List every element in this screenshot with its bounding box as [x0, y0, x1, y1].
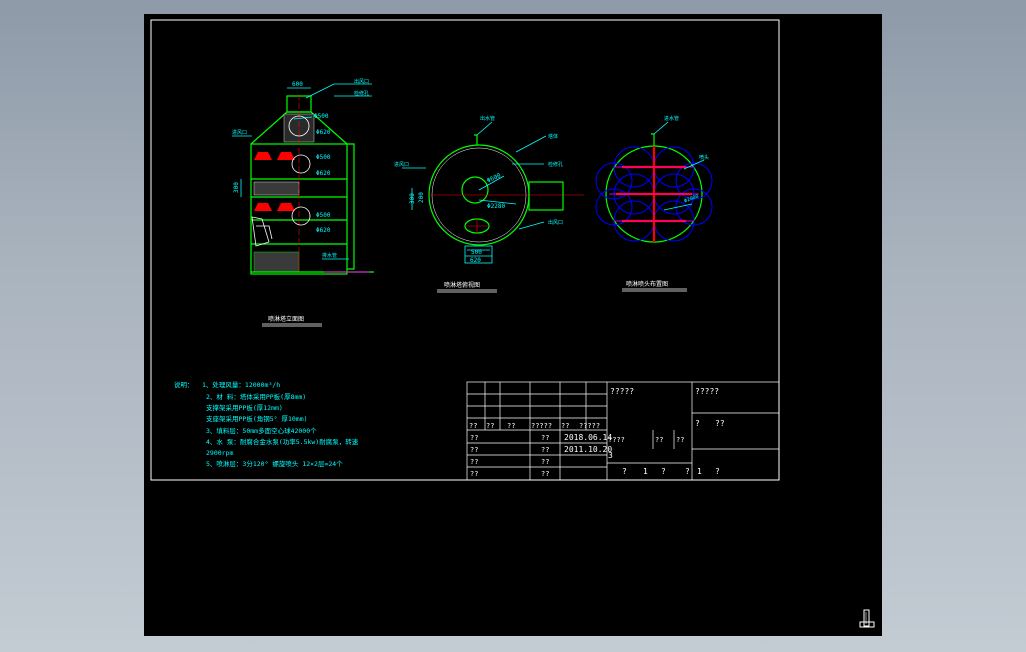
dim-d1: Φ500 [314, 113, 329, 120]
tb-row4-role: ?? [470, 470, 478, 478]
plan-callout-1: 出水管 [480, 115, 495, 122]
tb-sheet-5: 1 [697, 467, 702, 476]
technical-notes: 说明： 1、处理风量：12000m³/h 2、材 料：塔体采用PP板(厚8mm)… [174, 380, 359, 468]
tb-row1-m2: ?? [676, 436, 684, 444]
spray-callout-1: 进水管 [664, 115, 679, 122]
spray-nozzle-icons [254, 152, 295, 211]
tb-row3-role: ?? [470, 458, 478, 466]
plan-dim-w1: 500 [471, 249, 482, 256]
tb-rev-label-5: ?? [561, 422, 569, 430]
tb-row2-sign: ?? [541, 446, 549, 454]
tb-rev-label-1: ?? [469, 422, 477, 430]
plan-view-title: 喷淋塔俯视图 [444, 281, 480, 289]
plan-dim-outer: Φ2280 [487, 203, 505, 210]
spray-view-title: 喷淋喷头布置图 [626, 280, 668, 288]
tb-sheet-4: ? [685, 467, 690, 476]
tb-rev-label-3: ?? [507, 422, 515, 430]
dim-height: 300 [233, 182, 240, 193]
tb-rev-label-4: ????? [531, 422, 552, 430]
front-callout-1: 出风口 [354, 78, 369, 85]
plan-callout-3: 进风口 [394, 161, 409, 168]
note-line-8: 5、喷淋层：3分120° 螺旋喷头 12×2层=24个 [206, 459, 343, 468]
plan-top-view: 出水管 塔体 进风口 检修孔 出风口 Φ600 Φ2280 300 200 50… [394, 115, 584, 293]
cad-viewport[interactable]: 600 Φ500 Φ620 Φ500 Φ620 Φ500 Φ620 300 出风… [144, 14, 882, 636]
tb-row3-sign: ?? [541, 458, 549, 466]
tb-row1-role: ?? [470, 434, 478, 442]
tb-drawing-name: ????? [695, 387, 719, 396]
dim-d3: Φ500 [316, 154, 331, 161]
tb-sheet-2: 1 [643, 467, 648, 476]
tb-company: ????? [610, 387, 634, 396]
note-line-1: 1、处理风量：12000m³/h [202, 380, 280, 389]
note-line-2: 2、材 料：塔体采用PP板(厚8mm) [206, 392, 306, 401]
tb-sheet-3: ? [661, 467, 666, 476]
tb-row1-extra: ???? [608, 436, 625, 444]
front-view-title: 喷淋塔立面图 [268, 315, 304, 323]
plan-dim-inner: Φ600 [486, 172, 502, 185]
note-line-3: 支撑架采用PP板(厚12mm) [206, 403, 283, 412]
dim-d2: Φ620 [316, 129, 331, 136]
tb-row2-extra: 3 [608, 451, 613, 460]
front-callout-2: 检修孔 [354, 90, 369, 97]
front-callout-3: 进风口 [232, 129, 247, 136]
tb-scale-1: ? [695, 419, 700, 428]
plan-dim-side2: 200 [418, 192, 425, 203]
dim-d4: Φ620 [316, 170, 331, 177]
front-elevation-view: 600 Φ500 Φ620 Φ500 Φ620 Φ500 Φ620 300 出风… [232, 78, 374, 327]
tb-sheet-1: ? [622, 467, 627, 476]
note-line-4: 支座架采用PP板(角钢5° 厚10mm) [206, 414, 308, 423]
note-line-5: 3、填料层：50mm多面空心球42000个 [206, 426, 317, 435]
notes-heading: 说明： [174, 380, 194, 389]
tb-row1-date: 2018.06.14 [564, 433, 612, 442]
tb-row1-m1: ?? [655, 436, 663, 444]
tb-rev-label-2: ?? [486, 422, 494, 430]
cad-drawing: 600 Φ500 Φ620 Φ500 Φ620 Φ500 Φ620 300 出风… [150, 19, 780, 481]
note-line-6: 4、水 泵：耐腐合金水泵(功率5.5kw)耐腐泵，转速 [206, 437, 359, 446]
plan-dim-side1: 300 [409, 193, 416, 204]
ucs-axis-icon [859, 609, 875, 628]
title-block [466, 381, 780, 481]
dim-d6: Φ620 [316, 227, 331, 234]
tb-row2-role: ?? [470, 446, 478, 454]
tb-sheet-6: ? [715, 467, 720, 476]
dim-d5: Φ500 [316, 212, 331, 219]
dim-top-width: 600 [292, 81, 303, 88]
tb-row4-sign: ?? [541, 470, 549, 478]
plan-callout-4: 检修孔 [548, 161, 563, 168]
tb-row1-sign: ?? [541, 434, 549, 442]
spray-callout-2: 喷头 [699, 154, 709, 161]
tb-scale-2: ?? [715, 419, 725, 428]
front-callout-4: 排水管 [322, 252, 337, 259]
plan-callout-2: 塔体 [548, 133, 558, 140]
plan-callout-5: 出风口 [548, 219, 563, 226]
spray-layout-view: 进水管 喷头 Φ2000 喷淋喷头布置图 [595, 115, 713, 292]
tb-rev-label-6: ????? [579, 422, 600, 430]
note-line-7: 2900rpm [206, 449, 233, 457]
title-block-text: ????? ????? ? ?? ? 1 ? ? 1 ? ?? ?? ?? ??… [469, 387, 725, 478]
tb-row2-date: 2011.10.20 [564, 445, 612, 454]
